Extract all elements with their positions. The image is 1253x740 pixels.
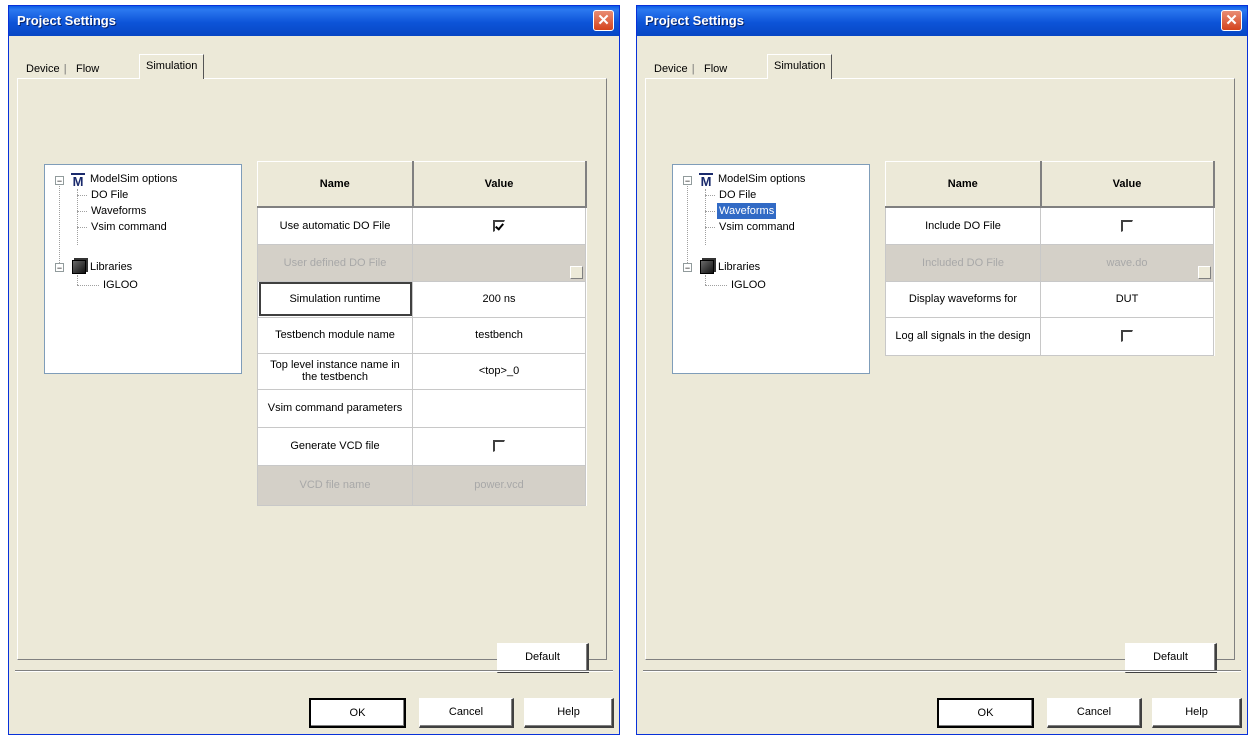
project-settings-dialog: Project Settings ✕ Device Flow Simulatio… bbox=[636, 5, 1248, 735]
tree-node-libraries[interactable]: Libraries bbox=[718, 259, 760, 275]
close-icon: ✕ bbox=[597, 12, 610, 29]
tab-device[interactable]: Device bbox=[651, 60, 694, 78]
table-row: Display waveforms for DUT bbox=[885, 280, 1214, 318]
tab-simulation[interactable]: Simulation bbox=[767, 54, 833, 79]
title-bar[interactable]: Project Settings ✕ bbox=[9, 6, 619, 36]
project-settings-dialog: Project Settings ✕ Device Flow Simulatio… bbox=[8, 5, 620, 735]
table-row: Testbench module name testbench bbox=[257, 316, 586, 354]
log-all-signals-checkbox[interactable] bbox=[1121, 330, 1133, 343]
property-value[interactable]: 200 ns bbox=[412, 280, 586, 318]
ok-button[interactable]: OK bbox=[937, 698, 1034, 728]
property-name: Included DO File bbox=[885, 243, 1041, 282]
tree-node-igloo[interactable]: IGLOO bbox=[731, 277, 766, 293]
close-icon: ✕ bbox=[1225, 12, 1238, 29]
property-value: wave.do bbox=[1040, 243, 1214, 282]
modelsim-icon: M bbox=[71, 173, 85, 189]
table-row: Top level instance name in the testbench… bbox=[257, 352, 586, 390]
tab-flow[interactable]: Flow bbox=[73, 60, 102, 78]
tree-node-vsim-command[interactable]: Vsim command bbox=[91, 219, 167, 235]
property-name: Use automatic DO File bbox=[257, 206, 413, 245]
footer-separator bbox=[643, 670, 1241, 672]
property-value: power.vcd bbox=[412, 464, 586, 506]
tree-node-vsim-command[interactable]: Vsim command bbox=[719, 219, 795, 235]
options-tree: − M ModelSim options DO File Waveforms V… bbox=[672, 164, 870, 374]
tab-simulation[interactable]: Simulation bbox=[139, 54, 205, 79]
property-name: Testbench module name bbox=[257, 316, 413, 354]
property-name: Log all signals in the design bbox=[885, 316, 1041, 356]
libraries-icon bbox=[700, 260, 714, 274]
options-tree: − M ModelSim options DO File Waveforms V… bbox=[44, 164, 242, 374]
footer-separator bbox=[15, 670, 613, 672]
table-row: VCD file name power.vcd bbox=[257, 464, 586, 506]
table-row: User defined DO File bbox=[257, 243, 586, 282]
tree-node-waveforms[interactable]: Waveforms bbox=[717, 203, 777, 219]
tree-node-do-file[interactable]: DO File bbox=[91, 187, 128, 203]
dialog-title: Project Settings bbox=[645, 13, 744, 28]
collapse-modelsim-toggle[interactable]: − bbox=[683, 176, 692, 186]
use-automatic-do-file-checkbox[interactable] bbox=[493, 219, 505, 232]
table-row: Included DO File wave.do bbox=[885, 243, 1214, 282]
table-row: Use automatic DO File bbox=[257, 206, 586, 245]
column-header-name[interactable]: Name bbox=[885, 161, 1042, 208]
include-do-file-checkbox[interactable] bbox=[1121, 219, 1133, 232]
tree-node-waveforms[interactable]: Waveforms bbox=[91, 203, 146, 219]
tree-node-modelsim-options[interactable]: ModelSim options bbox=[90, 171, 177, 187]
property-value[interactable] bbox=[412, 426, 586, 466]
libraries-icon bbox=[72, 260, 86, 274]
property-value-text: wave.do bbox=[1106, 256, 1148, 269]
close-button[interactable]: ✕ bbox=[593, 10, 614, 31]
property-value[interactable]: <top>_0 bbox=[412, 352, 586, 390]
browse-button[interactable] bbox=[1198, 265, 1211, 279]
tree-node-do-file[interactable]: DO File bbox=[719, 187, 756, 203]
property-value[interactable] bbox=[412, 388, 586, 428]
column-header-value[interactable]: Value bbox=[1040, 161, 1215, 208]
browse-button[interactable] bbox=[570, 265, 583, 279]
property-name: VCD file name bbox=[257, 464, 413, 506]
properties-grid: Name Value Use automatic DO File User de… bbox=[257, 161, 587, 506]
cancel-button[interactable]: Cancel bbox=[1047, 698, 1142, 728]
table-row: Generate VCD file bbox=[257, 426, 586, 466]
table-row: Include DO File bbox=[885, 206, 1214, 245]
property-name: Include DO File bbox=[885, 206, 1041, 245]
property-name: Display waveforms for bbox=[885, 280, 1041, 318]
tree-node-libraries[interactable]: Libraries bbox=[90, 259, 132, 275]
property-name: Simulation runtime bbox=[257, 280, 413, 318]
generate-vcd-checkbox[interactable] bbox=[493, 440, 505, 453]
property-value bbox=[412, 243, 586, 282]
property-name: Vsim command parameters bbox=[257, 388, 413, 428]
help-button[interactable]: Help bbox=[1152, 698, 1242, 728]
property-value[interactable] bbox=[1040, 316, 1214, 356]
property-name: Generate VCD file bbox=[257, 426, 413, 466]
table-row: Vsim command parameters bbox=[257, 388, 586, 428]
table-row: Log all signals in the design bbox=[885, 316, 1214, 356]
property-value[interactable] bbox=[1040, 206, 1214, 245]
properties-grid: Name Value Include DO File Included DO F… bbox=[885, 161, 1215, 356]
property-name: User defined DO File bbox=[257, 243, 413, 282]
property-value[interactable]: testbench bbox=[412, 316, 586, 354]
close-button[interactable]: ✕ bbox=[1221, 10, 1242, 31]
property-value[interactable] bbox=[412, 206, 586, 245]
default-button[interactable]: Default bbox=[497, 643, 589, 673]
tree-node-modelsim-options[interactable]: ModelSim options bbox=[718, 171, 805, 187]
dialog-title: Project Settings bbox=[17, 13, 116, 28]
title-bar[interactable]: Project Settings ✕ bbox=[637, 6, 1247, 36]
modelsim-icon: M bbox=[699, 173, 713, 189]
collapse-libraries-toggle[interactable]: − bbox=[55, 263, 64, 273]
property-value[interactable]: DUT bbox=[1040, 280, 1214, 318]
tree-node-igloo[interactable]: IGLOO bbox=[103, 277, 138, 293]
table-row: Simulation runtime 200 ns bbox=[257, 280, 586, 318]
ok-button[interactable]: OK bbox=[309, 698, 406, 728]
default-button[interactable]: Default bbox=[1125, 643, 1217, 673]
column-header-value[interactable]: Value bbox=[412, 161, 587, 208]
tab-device[interactable]: Device bbox=[23, 60, 66, 78]
tab-flow[interactable]: Flow bbox=[701, 60, 730, 78]
collapse-libraries-toggle[interactable]: − bbox=[683, 263, 692, 273]
column-header-name[interactable]: Name bbox=[257, 161, 414, 208]
collapse-modelsim-toggle[interactable]: − bbox=[55, 176, 64, 186]
cancel-button[interactable]: Cancel bbox=[419, 698, 514, 728]
help-button[interactable]: Help bbox=[524, 698, 614, 728]
property-name: Top level instance name in the testbench bbox=[257, 352, 413, 390]
